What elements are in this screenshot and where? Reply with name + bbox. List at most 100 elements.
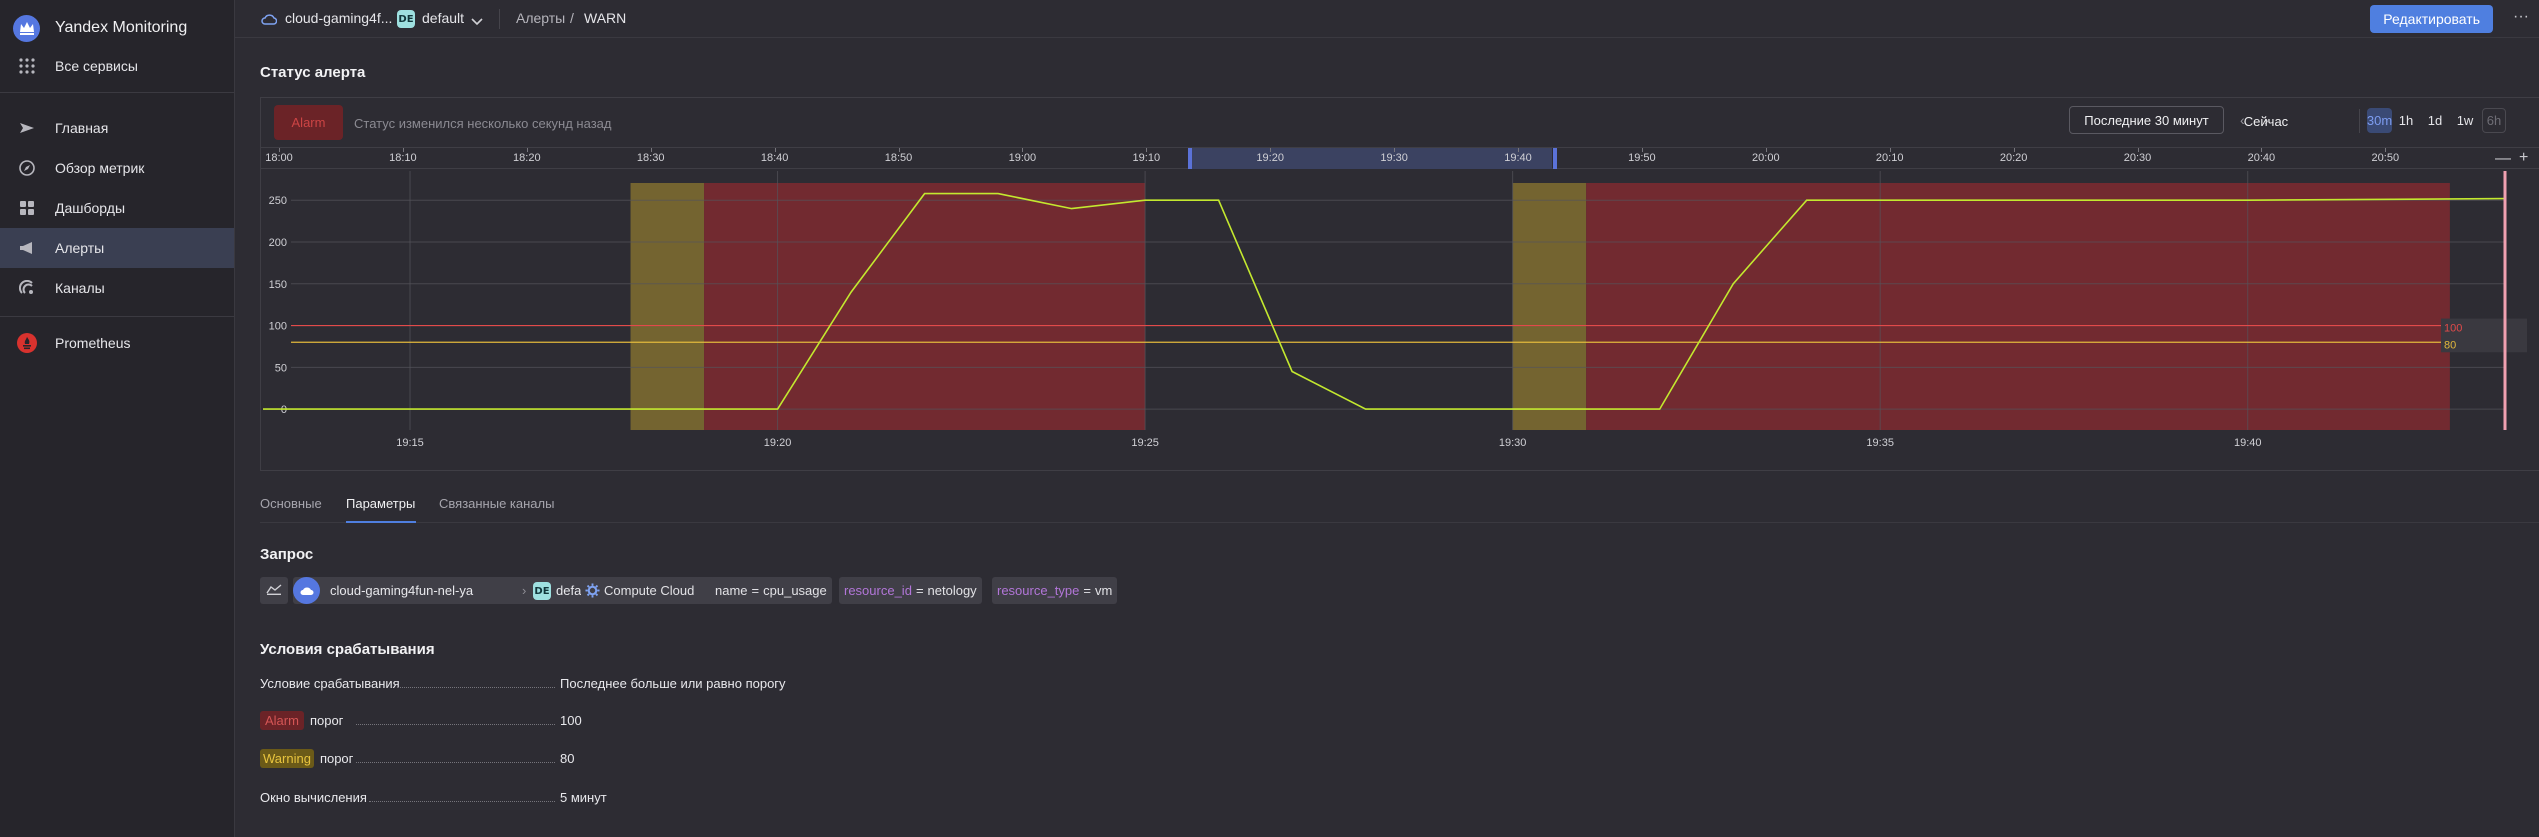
condition-row-window: Окно вычисления 5 минут <box>260 788 820 806</box>
time-range-button[interactable]: Последние 30 минут <box>2069 106 2224 134</box>
x-tick-label: 19:15 <box>396 437 424 449</box>
prometheus-label: Prometheus <box>55 335 131 351</box>
timeline-label: 18:00 <box>265 152 293 164</box>
status-badge: Alarm <box>274 105 343 140</box>
condition-row-warning: Warning порог 80 <box>260 748 820 768</box>
area-chart-icon <box>266 583 282 598</box>
sidebar-item-dashboards[interactable]: Дашборды <box>0 188 234 228</box>
tab-bar: Основные Параметры Связанные каналы <box>260 490 2539 523</box>
dotted-leader <box>398 687 555 688</box>
folder-selector[interactable]: default <box>422 10 464 26</box>
edit-button[interactable]: Редактировать <box>2370 5 2493 33</box>
timeline-label: 20:10 <box>1875 152 1904 164</box>
cloud-selector[interactable]: cloud-gaming4f... <box>285 10 392 26</box>
sidebar-divider <box>0 92 234 93</box>
range-6h[interactable]: 6h <box>2482 108 2506 133</box>
y-tick-label: 200 <box>269 237 287 249</box>
x-tick-label: 19:20 <box>764 437 792 449</box>
range-1w[interactable]: 1w <box>2453 108 2477 133</box>
timeline-label: 19:50 <box>1628 152 1656 164</box>
timeline-left-handle[interactable] <box>1188 148 1192 169</box>
breadcrumb-separator: / <box>570 10 574 26</box>
dashboard-tiles-icon <box>17 198 37 218</box>
now-button[interactable]: Сейчас <box>2226 114 2306 129</box>
chevron-down-icon[interactable] <box>471 13 483 31</box>
prometheus-icon <box>17 333 37 353</box>
x-tick-label: 19:35 <box>1866 437 1894 449</box>
timeline-selection[interactable] <box>1189 148 1552 169</box>
topbar-divider <box>499 9 500 29</box>
compass-icon <box>17 158 37 178</box>
dotted-leader <box>356 762 555 763</box>
top-bar: cloud-gaming4f... DE default Алерты / WA… <box>235 0 2539 38</box>
sidebar-item-alerts[interactable]: Алерты <box>0 228 234 268</box>
condition-row-trigger: Условие срабатывания Последнее больше ил… <box>260 674 820 692</box>
timeline-label: 19:30 <box>1380 152 1408 164</box>
cpu-usage-chart[interactable]: 0 50 100 150 200 250 19:15 19:20 19:25 19:30 19:35… <box>261 169 2539 471</box>
x-tick-label: 19:40 <box>2234 437 2262 449</box>
tab-main[interactable]: Основные <box>260 496 322 511</box>
dotted-leader <box>369 801 555 802</box>
status-band-alarm <box>1586 183 2450 430</box>
timeline-right-handle[interactable] <box>1553 148 1557 169</box>
condition-value: 100 <box>560 712 582 728</box>
status-changed-text: Статус изменился несколько секунд назад <box>354 116 612 131</box>
megaphone-icon <box>17 238 37 258</box>
sidebar-item-label: Алерты <box>55 240 105 256</box>
cloud-icon <box>261 12 278 30</box>
condition-value: 5 минут <box>560 789 607 805</box>
y-tick-label: 0 <box>281 404 287 416</box>
alert-status-heading: Статус алерта <box>260 64 366 81</box>
query-service-label: Compute Cloud <box>604 583 695 598</box>
condition-value: 80 <box>560 750 575 766</box>
filter-chip-resource-type[interactable]: resource_type = vm <box>992 577 1118 604</box>
range-1h[interactable]: 1h <box>2396 108 2416 133</box>
timeline-label: 19:00 <box>1008 152 1037 164</box>
sidebar: Yandex Monitoring Все сервисы Главная Об… <box>0 0 235 837</box>
tab-linked-channels[interactable]: Связанные каналы <box>439 496 554 511</box>
query-cloud-label: cloud-gaming4fun-nel-ya <box>330 583 474 598</box>
all-services-button[interactable]: Все сервисы <box>0 46 234 86</box>
timeline-label: 18:20 <box>513 152 541 164</box>
sidebar-divider <box>0 316 234 317</box>
sidebar-item-metrics[interactable]: Обзор метрик <box>0 148 234 188</box>
breadcrumb-current: WARN <box>584 10 627 26</box>
tab-parameters[interactable]: Параметры <box>346 496 415 511</box>
all-services-label: Все сервисы <box>55 58 138 74</box>
timeline-label: 18:40 <box>760 152 789 164</box>
zoom-out-button[interactable]: — <box>2495 150 2511 168</box>
query-service-chip[interactable]: Compute Cloud <box>581 577 701 604</box>
condition-label: Окно вычисления <box>260 789 367 805</box>
timeline-label: 18:50 <box>884 152 913 164</box>
range-30m[interactable]: 30m <box>2367 108 2392 133</box>
filter-value: vm <box>1094 583 1113 598</box>
timeline-label: 20:50 <box>2371 152 2400 164</box>
sidebar-item-channels[interactable]: Каналы <box>0 268 234 308</box>
status-band-alarm <box>704 183 1146 430</box>
crown-logo-icon <box>13 14 40 42</box>
timeline-label: 19:40 <box>1504 152 1532 164</box>
threshold-label-warning: 80 <box>2444 339 2456 351</box>
sidebar-item-home[interactable]: Главная <box>0 108 234 148</box>
y-tick-label: 50 <box>275 362 287 374</box>
filter-value: cpu_usage <box>763 583 827 598</box>
sidebar-item-prometheus[interactable]: Prometheus <box>0 323 234 363</box>
breadcrumb-alerts-link[interactable]: Алерты <box>516 10 565 26</box>
timeline-label: 20:40 <box>2247 152 2276 164</box>
chart-type-button[interactable] <box>260 577 288 604</box>
sidebar-item-label: Обзор метрик <box>55 160 145 176</box>
filter-op: = <box>915 583 924 598</box>
brand[interactable]: Yandex Monitoring <box>13 14 187 42</box>
filter-chip-resource-id[interactable]: resource_id = netology <box>839 577 982 604</box>
timeline-label: 20:30 <box>2123 152 2152 164</box>
cloud-avatar-icon <box>293 577 320 604</box>
zoom-in-button[interactable]: + <box>2519 149 2528 167</box>
more-menu-button[interactable]: ··· <box>2513 8 2529 26</box>
filter-chip-name[interactable]: name = cpu_usage <box>710 577 832 604</box>
home-flag-icon <box>17 118 37 138</box>
timeline-navigator[interactable]: — + 18:00 18:10 18:20 18:30 18:40 18:50 19:00 1… <box>261 147 2539 169</box>
query-heading: Запрос <box>260 546 314 563</box>
status-band-warning <box>1512 183 1587 430</box>
range-1d[interactable]: 1d <box>2425 108 2445 133</box>
controls-divider <box>2359 109 2360 133</box>
